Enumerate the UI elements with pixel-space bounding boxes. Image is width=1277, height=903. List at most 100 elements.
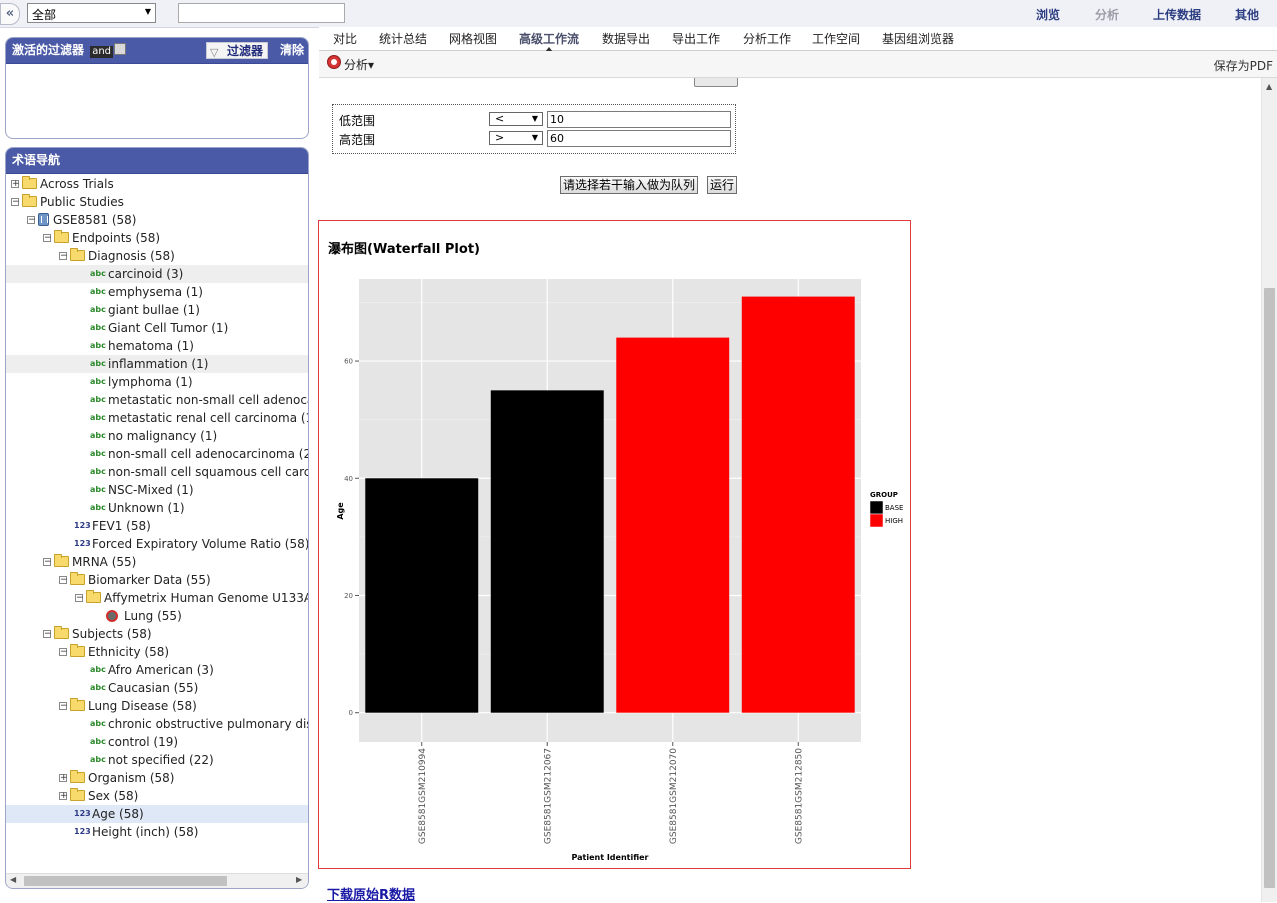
collapse-icon[interactable]: − — [43, 558, 52, 567]
analysis-icon[interactable] — [327, 55, 341, 69]
tree-node-mrna[interactable]: − MRNA (55) — [6, 553, 308, 571]
run-button[interactable]: 运行 — [707, 176, 738, 194]
active-filters-title: 激活的过滤器 — [12, 43, 85, 57]
nav-browse[interactable]: 浏览 — [1036, 6, 1060, 23]
tree-node-diagnosis[interactable]: − Diagnosis (58) — [6, 247, 308, 265]
tree-node-nsc-mixed[interactable]: abc NSC-Mixed (1) — [6, 481, 308, 499]
tree-node-inflammation[interactable]: abc inflammation (1) — [6, 355, 308, 373]
tree-node-caucasian[interactable]: abc Caucasian (55) — [6, 679, 308, 697]
tree-node-no-malignancy[interactable]: abc no malignancy (1) — [6, 427, 308, 445]
tree-node-carcinoid[interactable]: abc carcinoid (3) — [6, 265, 308, 283]
tab-data-export[interactable]: 数据导出 — [602, 30, 650, 47]
tree-node-forced-expiratory-volume-ratio[interactable]: 123 Forced Expiratory Volume Ratio (58) — [6, 535, 308, 553]
numeric-icon: 123 — [74, 827, 91, 836]
collapse-sidebar-button[interactable]: « — [0, 3, 20, 25]
tree-node-endpoints[interactable]: − Endpoints (58) — [6, 229, 308, 247]
collapse-icon[interactable]: − — [11, 198, 20, 207]
tree-node-age[interactable]: 123 Age (58) — [6, 805, 308, 823]
collapse-icon[interactable]: − — [43, 234, 52, 243]
tree-node-giant-cell-tumor[interactable]: abc Giant Cell Tumor (1) — [6, 319, 308, 337]
collapse-icon[interactable]: − — [43, 630, 52, 639]
collapse-icon[interactable]: − — [75, 594, 84, 603]
tab-compare[interactable]: 对比 — [333, 30, 357, 47]
and-toggle[interactable]: and — [90, 46, 114, 58]
tree-node-afro-american[interactable]: abc Afro American (3) — [6, 661, 308, 679]
collapse-icon[interactable]: − — [59, 252, 68, 261]
search-input[interactable] — [178, 3, 345, 23]
tree-node-non-small-cell-squamous-cell-carcinoma[interactable]: abcnon-small cell squamous cell carcinom… — [6, 463, 308, 481]
tree-node-label: emphysema (1) — [108, 285, 203, 299]
tree-node-non-small-cell-adenocarcinoma[interactable]: abc non-small cell adenocarcinoma (25) — [6, 445, 308, 463]
tree-node-metastatic-non-small-cell-adenocarcinoma[interactable]: abcmetastatic non-small cell adenocarcin… — [6, 391, 308, 409]
nav-upload-data[interactable]: 上传数据 — [1153, 6, 1201, 23]
analysis-menu[interactable]: 分析▾ — [344, 56, 374, 73]
tree-node-not-specified[interactable]: abc not specified (22) — [6, 751, 308, 769]
tree-node-biomarker-data[interactable]: − Biomarker Data (55) — [6, 571, 308, 589]
tab-export-jobs[interactable]: 导出工作 — [672, 30, 720, 47]
page-vertical-scrollbar[interactable]: ▲ — [1261, 78, 1277, 902]
expand-icon[interactable]: + — [59, 774, 68, 783]
collapse-icon[interactable]: − — [59, 576, 68, 585]
tree-node-across-trials[interactable]: + Across Trials — [6, 175, 308, 193]
tree-node-organism[interactable]: + Organism (58) — [6, 769, 308, 787]
scrollbar-thumb[interactable] — [1264, 288, 1275, 888]
tree-node-ethnicity[interactable]: − Ethnicity (58) — [6, 643, 308, 661]
tree-node-chronic-obstructive-pulmonary-disease[interactable]: abcchronic obstructive pulmonary disease — [6, 715, 308, 733]
collapse-icon[interactable]: − — [59, 702, 68, 711]
save-as-pdf-button[interactable]: 保存为PDF — [1214, 57, 1273, 74]
tree-node-subjects[interactable]: − Subjects (58) — [6, 625, 308, 643]
tree-node-metastatic-renal-cell-carcinoma[interactable]: abc metastatic renal cell carcinoma (1) — [6, 409, 308, 427]
nav-analyze[interactable]: 分析 — [1095, 6, 1119, 23]
folder-icon — [54, 626, 69, 639]
x-tick-label: GSE8581GSM212067 — [543, 748, 553, 844]
tree-node-label: lymphoma (1) — [108, 375, 193, 389]
tree-node-sex[interactable]: + Sex (58) — [6, 787, 308, 805]
numeric-icon: 123 — [74, 809, 91, 818]
tab-workspace[interactable]: 工作空间 — [812, 30, 860, 47]
scroll-right-icon[interactable]: ▶ — [296, 875, 302, 884]
study-select[interactable]: 全部 ▼ — [27, 3, 156, 23]
low-operator-select[interactable]: < ▼ — [489, 112, 543, 126]
download-r-data-link[interactable]: 下载原始R数据 — [327, 884, 415, 903]
high-range-input[interactable]: 60 — [547, 130, 731, 147]
tree-node-hematoma[interactable]: abc hematoma (1) — [6, 337, 308, 355]
tab-genome-browser[interactable]: 基因组浏览器 — [882, 30, 954, 47]
tree-node-public-studies[interactable]: − Public Studies — [6, 193, 308, 211]
scroll-left-icon[interactable]: ◀ — [10, 875, 16, 884]
or-toggle-icon[interactable] — [114, 43, 127, 55]
tab-summary-statistics[interactable]: 统计总结 — [379, 30, 427, 47]
tree-node-gse8581[interactable]: − GSE8581 (58) — [6, 211, 308, 229]
tree-node-lung-disease[interactable]: − Lung Disease (58) — [6, 697, 308, 715]
select-cohort-button[interactable]: 请选择若干输入做为队列 — [560, 176, 699, 194]
tree-node-unknown[interactable]: abc Unknown (1) — [6, 499, 308, 517]
low-range-input[interactable]: 10 — [547, 111, 731, 128]
filter-button[interactable]: ▽ 过滤器 — [206, 42, 268, 59]
tree-node-height[interactable]: 123 Height (inch) (58) — [6, 823, 308, 841]
clear-filters-button[interactable]: 清除 — [280, 38, 304, 63]
collapse-icon[interactable]: − — [27, 216, 36, 225]
tree-node-fev1[interactable]: 123 FEV1 (58) — [6, 517, 308, 535]
collapse-icon[interactable]: − — [59, 648, 68, 657]
tree-node-affymetrix-human-genome-u133a[interactable]: − Affymetrix Human Genome U133A — [6, 589, 308, 607]
tree-node-control[interactable]: abc control (19) — [6, 733, 308, 751]
expand-icon[interactable]: + — [11, 180, 20, 189]
tree-node-lymphoma[interactable]: abc lymphoma (1) — [6, 373, 308, 391]
nav-other[interactable]: 其他 — [1235, 6, 1259, 23]
scroll-up-icon[interactable]: ▲ — [1266, 82, 1272, 91]
partial-button[interactable] — [694, 78, 738, 87]
tree-node-emphysema[interactable]: abc emphysema (1) — [6, 283, 308, 301]
expand-icon[interactable]: + — [59, 792, 68, 801]
folder-icon — [54, 230, 69, 243]
tree-horizontal-scrollbar[interactable]: ◀ ▶ — [6, 873, 308, 888]
x-axis-title: Patient Identifier — [571, 853, 648, 862]
high-operator-select[interactable]: > ▼ — [489, 131, 543, 145]
tree-node-giant-bullae[interactable]: abc giant bullae (1) — [6, 301, 308, 319]
tab-analysis-jobs[interactable]: 分析工作 — [743, 30, 791, 47]
tab-advanced-workflow[interactable]: 高级工作流 — [519, 30, 579, 52]
categorical-icon: abc — [90, 665, 106, 674]
categorical-icon: abc — [90, 503, 106, 512]
folder-icon — [70, 698, 85, 711]
tab-grid-view[interactable]: 网格视图 — [449, 30, 497, 47]
scrollbar-thumb[interactable] — [24, 876, 227, 886]
tree-node-lung[interactable]: Lung (55) — [6, 607, 308, 625]
